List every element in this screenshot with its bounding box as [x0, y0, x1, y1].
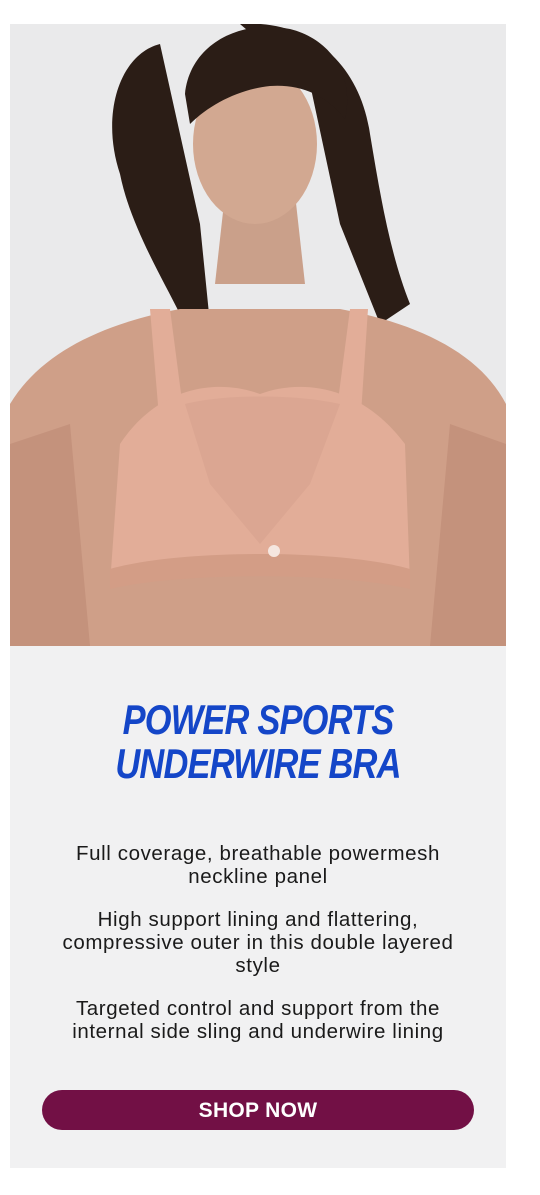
model-photo-illustration — [10, 24, 506, 646]
product-title-line-2: UNDERWIRE BRA — [115, 740, 401, 787]
shop-now-button[interactable]: SHOP NOW — [42, 1090, 474, 1130]
product-image[interactable] — [10, 24, 506, 646]
feature-list: Full coverage, breathable powermesh neck… — [40, 842, 476, 1063]
feature-text: High support lining and flattering, comp… — [62, 908, 454, 977]
product-details: POWER SPORTS UNDERWIRE BRA Full coverage… — [10, 646, 506, 1168]
product-title-line-1: POWER SPORTS — [122, 696, 395, 743]
product-card: POWER SPORTS UNDERWIRE BRA Full coverage… — [10, 24, 506, 1168]
feature-text: Targeted control and support from the in… — [72, 997, 444, 1043]
product-title: POWER SPORTS UNDERWIRE BRA — [10, 698, 506, 786]
feature-text: Full coverage, breathable powermesh neck… — [76, 842, 440, 888]
